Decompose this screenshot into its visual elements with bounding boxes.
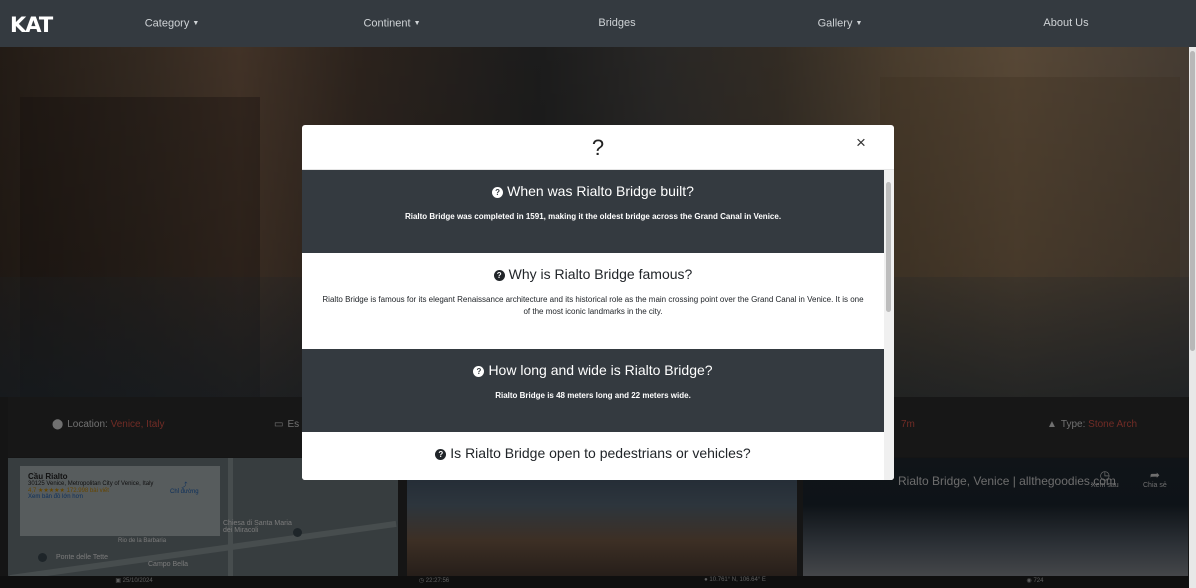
- modal-scrollbar[interactable]: [884, 170, 894, 480]
- faq-answer: Rialto Bridge is 48 meters long and 22 m…: [495, 391, 691, 400]
- faq-question: ? Why is Rialto Bridge famous?: [302, 266, 884, 282]
- page-scrollbar-thumb[interactable]: [1190, 51, 1195, 351]
- question-circle-icon: ?: [473, 366, 485, 377]
- modal-body: ? When was Rialto Bridge built? Rialto Br…: [302, 170, 894, 480]
- chevron-down-icon: ▼: [413, 20, 421, 27]
- modal-scrollbar-thumb[interactable]: [886, 182, 891, 312]
- faq-question-text: How long and wide is Rialto Bridge?: [488, 362, 713, 378]
- faq-question-text: When was Rialto Bridge built?: [507, 183, 694, 199]
- navbar: KAT Category ▼ Continent ▼ Bridges Gallery…: [0, 0, 1196, 47]
- close-button[interactable]: ×: [856, 133, 866, 153]
- faq-item: ? Is Rialto Bridge open to pedestrians or…: [302, 432, 884, 480]
- faq-question-text: Is Rialto Bridge open to pedestrians or …: [450, 445, 751, 461]
- nav-continent-label: Continent: [363, 17, 411, 30]
- page: KAT Category ▼ Continent ▼ Bridges Gallery…: [0, 0, 1196, 588]
- nav-about-us[interactable]: About Us: [1043, 0, 1088, 47]
- modal-header: ? ×: [302, 125, 894, 170]
- nav-continent[interactable]: Continent ▼: [363, 0, 420, 47]
- faq-question: ? How long and wide is Rialto Bridge?: [302, 362, 884, 378]
- question-circle-icon: ?: [493, 270, 505, 281]
- chevron-down-icon: ▼: [855, 20, 863, 27]
- nav-bridges-label: Bridges: [598, 17, 636, 29]
- faq-answer: Rialto Bridge was completed in 1591, mak…: [404, 212, 782, 221]
- nav-gallery-label: Gallery: [817, 17, 853, 30]
- faq-question: ? When was Rialto Bridge built?: [302, 183, 884, 199]
- nav-bridges[interactable]: Bridges: [598, 0, 635, 47]
- chevron-down-icon: ▼: [192, 20, 200, 27]
- faq-item: ? How long and wide is Rialto Bridge? Ria…: [302, 349, 884, 432]
- faq-item: ? Why is Rialto Bridge famous? Rialto Bri…: [302, 253, 884, 349]
- nav-category-label: Category: [144, 17, 190, 30]
- faq-question-text: Why is Rialto Bridge famous?: [508, 266, 693, 282]
- nav-category[interactable]: Category ▼: [145, 0, 200, 47]
- question-circle-icon: ?: [435, 449, 447, 460]
- nav-about-label: About Us: [1043, 17, 1089, 29]
- modal-title: ?: [591, 135, 605, 160]
- faq-answer: Rialto Bridge is famous for its elegant …: [322, 295, 864, 316]
- faq-modal: ? × ? When was Rialto Bridge built? Rialt…: [302, 125, 894, 480]
- site-logo[interactable]: KAT: [10, 13, 53, 37]
- faq-item: ? When was Rialto Bridge built? Rialto Br…: [302, 170, 884, 253]
- question-circle-icon: ?: [492, 187, 504, 198]
- page-scrollbar[interactable]: [1189, 47, 1196, 588]
- nav-gallery[interactable]: Gallery ▼: [818, 0, 863, 47]
- faq-question: ? Is Rialto Bridge open to pedestrians or…: [302, 445, 884, 461]
